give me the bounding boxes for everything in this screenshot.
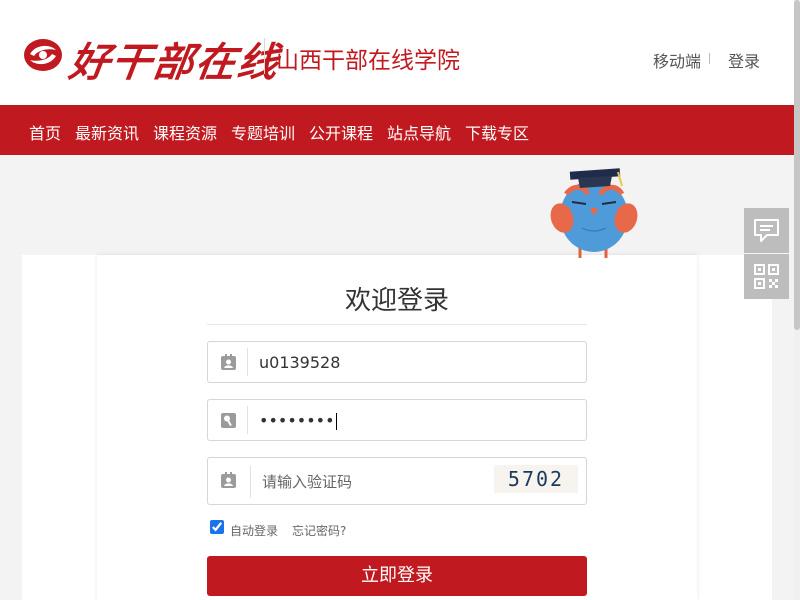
username-field[interactable]: u0139528 <box>207 341 587 383</box>
nav-item-downloads[interactable]: 下载专区 <box>465 120 529 144</box>
field-divider <box>247 348 248 376</box>
field-divider <box>247 406 248 434</box>
qrcode-icon <box>754 264 779 289</box>
owl-mascot-icon <box>550 168 638 258</box>
site-title: 山西干部在线学院 <box>276 48 460 74</box>
nav-item-site-nav[interactable]: 站点导航 <box>387 120 451 144</box>
user-card-icon <box>221 472 236 488</box>
nav-item-training[interactable]: 专题培训 <box>231 120 295 144</box>
nav-item-home[interactable]: 首页 <box>29 120 61 144</box>
side-feedback-button[interactable] <box>744 208 789 253</box>
side-qrcode-button[interactable] <box>744 254 789 299</box>
login-button[interactable]: 立即登录 <box>207 556 587 596</box>
logo-icon[interactable] <box>22 36 64 74</box>
mobile-link[interactable]: 移动端 <box>653 48 701 72</box>
nav-item-open-courses[interactable]: 公开课程 <box>309 120 373 144</box>
feedback-icon <box>754 219 779 242</box>
forgot-password-link[interactable]: 忘记密码? <box>292 522 346 539</box>
captcha-placeholder: 请输入验证码 <box>262 473 353 491</box>
site-header: 好干部在线 山西干部在线学院 移动端 登录 <box>0 0 794 105</box>
user-card-icon <box>221 354 236 370</box>
password-field[interactable]: •••••••• <box>207 399 587 441</box>
nav-item-courses[interactable]: 课程资源 <box>153 120 217 144</box>
password-value: •••••••• <box>259 411 337 430</box>
key-icon <box>221 413 236 428</box>
captcha-field[interactable]: 请输入验证码 5702 <box>207 457 587 505</box>
captcha-image[interactable]: 5702 <box>494 465 578 493</box>
nav-item-news[interactable]: 最新资讯 <box>75 120 139 144</box>
brand-divider <box>264 38 265 74</box>
main-nav: 首页 最新资讯 课程资源 专题培训 公开课程 站点导航 下载专区 <box>0 105 794 155</box>
remember-label[interactable]: 自动登录 <box>230 522 278 539</box>
brand-script-logo: 好干部在线 <box>66 39 283 86</box>
username-value: u0139528 <box>259 353 341 372</box>
login-title: 欢迎登录 <box>344 286 449 316</box>
field-divider <box>250 466 251 498</box>
login-link[interactable]: 登录 <box>728 48 760 72</box>
title-divider <box>207 324 587 325</box>
page-scrollbar-thumb[interactable] <box>794 0 800 330</box>
text-caret <box>335 413 337 430</box>
remember-checkbox[interactable] <box>210 520 224 534</box>
top-link-separator <box>709 53 710 64</box>
